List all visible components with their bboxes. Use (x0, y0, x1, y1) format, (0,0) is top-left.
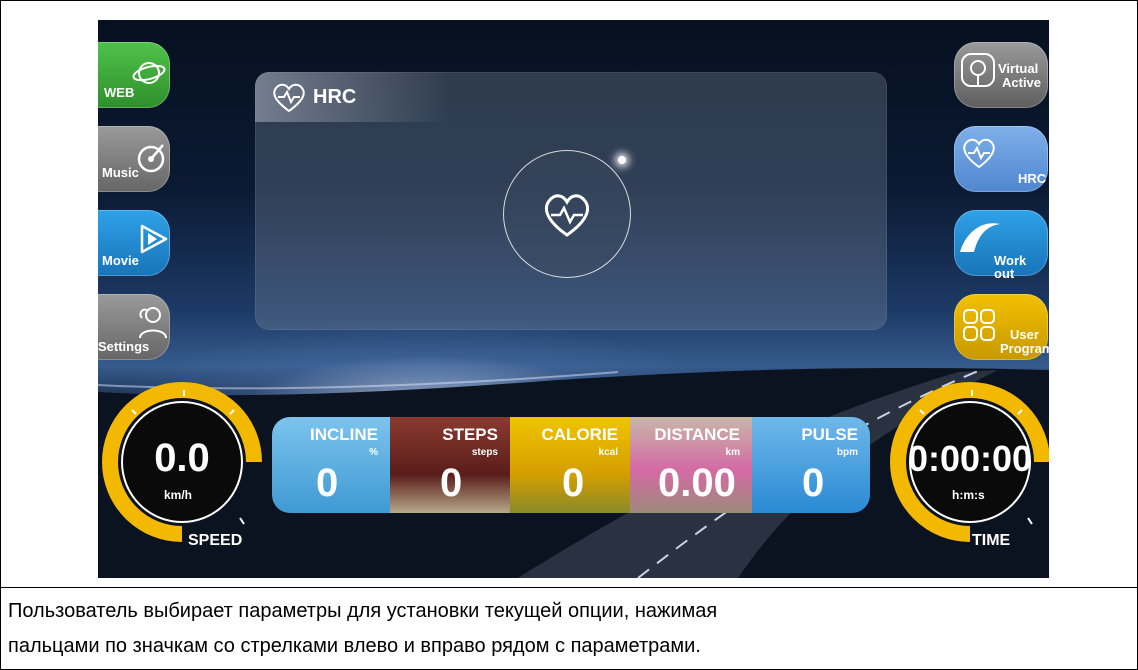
time-caption: TIME (972, 532, 1011, 549)
pulse-title: PULSE (801, 425, 858, 444)
distance-title: DISTANCE (654, 425, 740, 444)
user-program-label-2: Program (1000, 341, 1049, 356)
incline-value: 0 (316, 461, 339, 505)
music-button[interactable]: Music (98, 126, 170, 192)
figure-caption: Пользователь выбирает параметры для уста… (8, 594, 1128, 664)
speed-gauge: 0.0 km/h SPEED (102, 382, 262, 549)
pulse-unit: bpm (836, 447, 858, 458)
distance-card[interactable]: DISTANCE km 0.00 (630, 417, 752, 513)
location-pin-icon (961, 53, 995, 87)
heart-pulse-icon (963, 138, 995, 169)
steps-unit: steps (471, 447, 498, 458)
virtual-active-button[interactable]: Virtual Active (954, 42, 1048, 108)
speed-value: 0.0 (154, 436, 210, 480)
incline-unit: % (369, 447, 378, 458)
calorie-title: CALORIE (541, 425, 619, 444)
wave-icon (960, 223, 1000, 252)
user-program-button[interactable]: User Program (954, 294, 1049, 360)
divider (1, 587, 1137, 588)
speed-caption: SPEED (188, 532, 243, 549)
speed-unit: km/h (164, 488, 193, 502)
time-gauge: 0:00:00 h:m:s TIME (890, 382, 1049, 549)
web-button[interactable]: WEB (98, 42, 170, 108)
steps-value: 0 (440, 461, 463, 505)
hrc-button[interactable]: HRC (954, 126, 1048, 192)
planet-icon (132, 62, 166, 84)
incline-card[interactable]: INCLINE % 0 (272, 417, 390, 513)
settings-button[interactable]: Settings (98, 294, 170, 360)
user-settings-icon (139, 307, 167, 339)
pulse-value: 0 (802, 461, 825, 505)
virtual-active-label-1: Virtual (998, 61, 1039, 76)
hrc-start-button[interactable] (503, 150, 631, 278)
movie-label: Movie (102, 253, 139, 268)
distance-value: 0.00 (658, 461, 736, 505)
time-unit: h:m:s (952, 488, 985, 502)
movie-button[interactable]: Movie (98, 210, 170, 276)
calorie-card[interactable]: CALORIE kcal 0 (510, 417, 630, 513)
steps-title: STEPS (442, 425, 498, 444)
caption-line-2: пальцами по значкам со стрелками влево и… (8, 635, 701, 657)
workout-label: Work out (994, 253, 1027, 281)
calorie-unit: kcal (598, 447, 618, 458)
settings-label: Settings (98, 339, 150, 354)
web-label: WEB (104, 85, 135, 100)
panel-header: HRC (255, 72, 451, 122)
music-label: Music (102, 165, 139, 180)
grid-icon (963, 309, 995, 341)
caption-line-1: Пользователь выбирает параметры для уста… (8, 600, 718, 622)
virtual-active-label-2: Active (1002, 75, 1042, 90)
panel-title: HRC (313, 86, 357, 108)
incline-title: INCLINE (310, 425, 378, 444)
steps-card[interactable]: STEPS steps 0 (390, 417, 510, 513)
treadmill-screen: WEB Music Movie Settings Virtual Active … (98, 20, 1049, 578)
calorie-value: 0 (562, 461, 585, 505)
heart-pulse-icon (273, 83, 305, 113)
pulse-card[interactable]: PULSE bpm 0 (752, 417, 870, 513)
time-value: 0:00:00 (907, 438, 1033, 479)
film-play-icon (140, 224, 168, 254)
distance-unit: km (725, 447, 740, 458)
music-disc-icon (137, 144, 165, 173)
heart-pulse-icon (544, 194, 590, 237)
workout-button[interactable]: Work out (954, 210, 1048, 280)
user-program-label-1: User (1010, 327, 1039, 342)
hrc-label: HRC (1018, 171, 1047, 186)
progress-dot (618, 156, 626, 164)
